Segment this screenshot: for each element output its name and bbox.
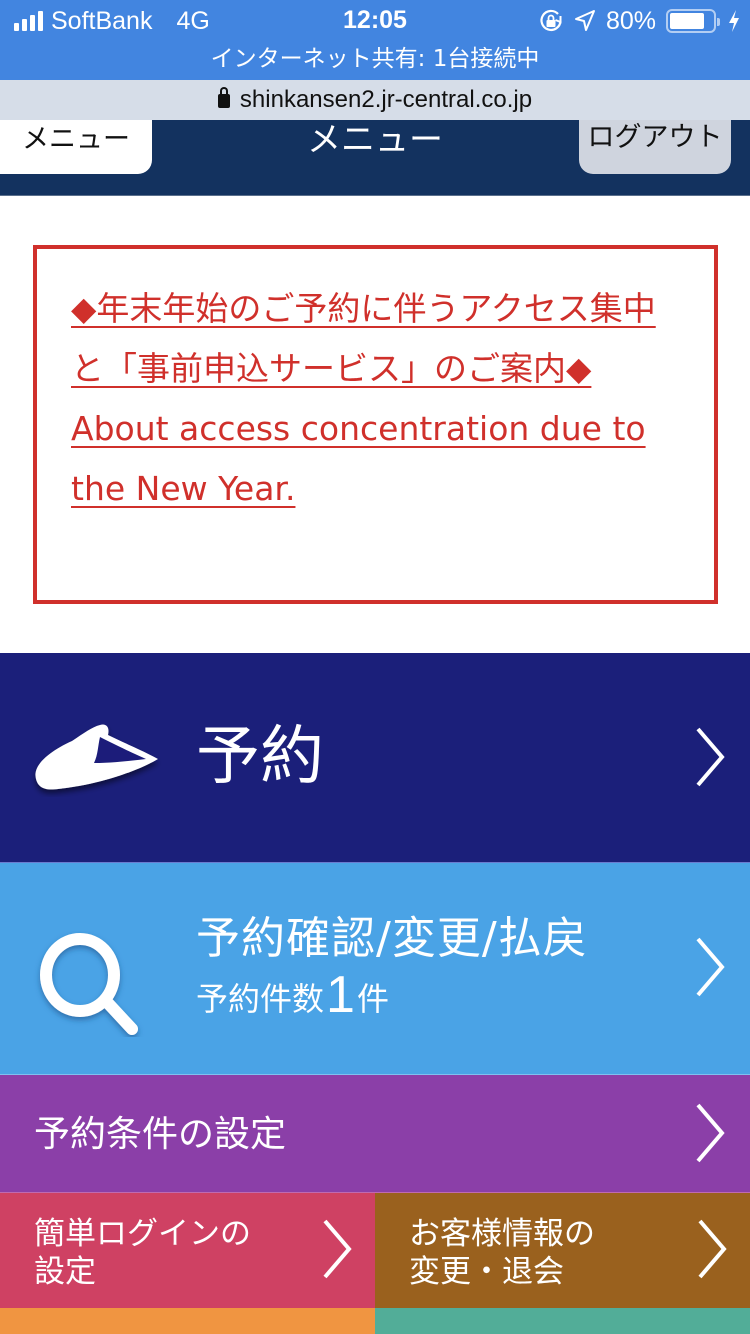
battery-icon [666, 9, 720, 33]
partial-menu-tile-teal[interactable] [375, 1308, 750, 1334]
charging-icon [729, 10, 739, 32]
reserve-label: 予約 [196, 720, 324, 794]
chevron-right-icon [690, 725, 730, 789]
reservation-confirm-tile[interactable]: 予約確認/変更/払戻 予約件数1件 [0, 862, 750, 1074]
status-right: 80% [538, 6, 740, 36]
personal-hotspot-banner[interactable]: インターネット共有: 1台接続中 [0, 42, 750, 80]
reservation-count-suffix: 件 [356, 980, 389, 1018]
chevron-right-icon [692, 1217, 732, 1281]
partial-menu-tile-orange[interactable] [0, 1308, 375, 1334]
reservation-count-value: 1 [326, 966, 355, 1024]
browser-url-bar[interactable]: shinkansen2.jr-central.co.jp [0, 80, 750, 120]
chevron-right-icon [690, 935, 730, 999]
lock-icon [217, 87, 230, 108]
notice-box: ◆年末年始のご予約に伴うアクセス集中と「事前申込サービス」のご案内◆ About… [33, 245, 718, 604]
easy-login-label-line1: 簡単ログインの [34, 1216, 251, 1252]
chevron-right-icon [317, 1217, 357, 1281]
easy-login-label-line2: 設定 [34, 1254, 96, 1290]
customer-info-tile[interactable]: お客様情報の 変更・退会 [375, 1192, 750, 1308]
new-year-access-notice-link[interactable]: ◆年末年始のご予約に伴うアクセス集中と「事前申込サービス」のご案内◆ About… [71, 279, 680, 519]
shinkansen-train-icon [35, 724, 159, 790]
location-icon [574, 10, 595, 31]
customer-info-label-line2: 変更・退会 [409, 1254, 564, 1290]
reservation-confirm-title: 予約確認/変更/払戻 [196, 913, 588, 964]
search-icon [40, 933, 138, 1035]
customer-info-label-line1: お客様情報の [409, 1216, 595, 1252]
orientation-lock-icon [540, 9, 562, 32]
url-text: shinkansen2.jr-central.co.jp [239, 86, 533, 113]
status-bar: SoftBank 4G 12:05 80% [0, 0, 750, 42]
reservation-count-prefix: 予約件数 [196, 980, 325, 1018]
customer-info-label: お客様情報の 変更・退会 [409, 1215, 595, 1291]
battery-percent: 80% [605, 6, 656, 35]
easy-login-label: 簡単ログインの 設定 [34, 1215, 251, 1291]
reservation-conditions-label: 予約条件の設定 [34, 1114, 287, 1155]
easy-login-settings-tile[interactable]: 簡単ログインの 設定 [0, 1192, 375, 1308]
chevron-right-icon [690, 1101, 730, 1165]
logout-button[interactable]: ログアウト [579, 120, 731, 174]
reservation-count: 予約件数1件 [196, 969, 389, 1023]
reservation-conditions-tile[interactable]: 予約条件の設定 [0, 1074, 750, 1192]
page-header: メニュー メニュー ログアウト [0, 120, 750, 196]
reserve-tile[interactable]: 予約 [0, 653, 750, 862]
